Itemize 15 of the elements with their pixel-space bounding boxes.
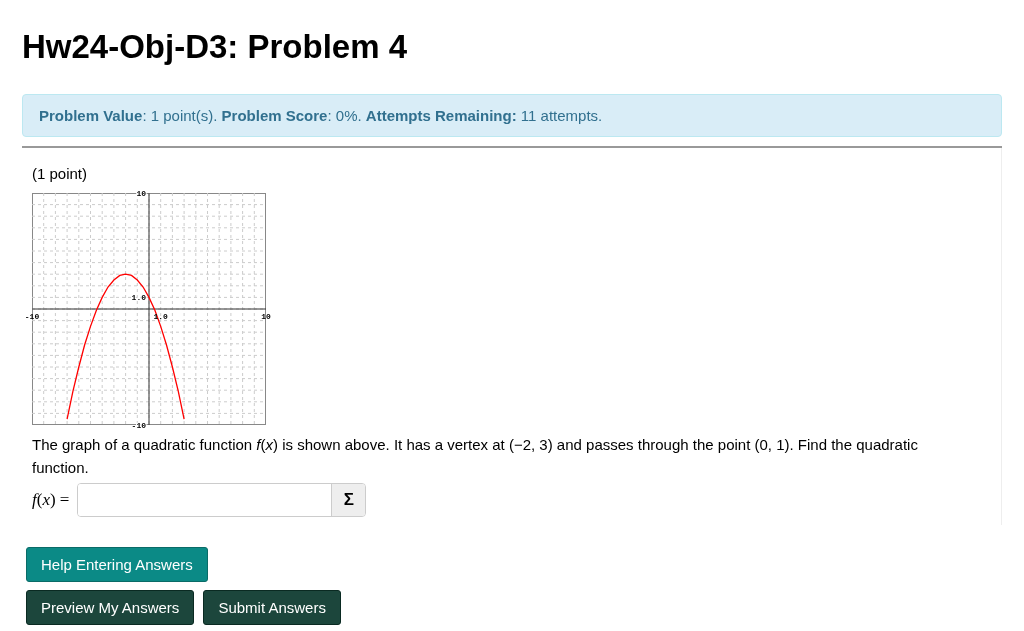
page-title: Hw24-Obj-D3: Problem 4 (22, 28, 409, 66)
axis-label: -10 (24, 312, 40, 321)
answer-button[interactable]: Preview My Answers (26, 590, 195, 625)
axis-label: -10 (131, 421, 146, 430)
axis-label: 1.0 (131, 293, 146, 303)
axis-label: 10 (136, 189, 146, 198)
answer-button[interactable]: Submit Answers (203, 590, 341, 625)
help-button[interactable]: Help Entering Answers (26, 547, 208, 582)
axis-label: 10 (261, 312, 271, 321)
equation-button[interactable]: Σ (331, 484, 366, 516)
answer-label: f(x) = (32, 490, 70, 510)
problem-info: Problem Value: 1 point(s). Problem Score: 0%. Attempts Remaining: 11 attempts. (22, 94, 1002, 137)
answer-field[interactable]: Σ (77, 483, 367, 517)
points-text: (1 point) (32, 164, 89, 184)
question-text: The graph of a quadratic function f(x) is shown above. It has a vertex at (−2, 3) and passes through the point (0, 1). Find the quadratic function. (32, 435, 919, 478)
